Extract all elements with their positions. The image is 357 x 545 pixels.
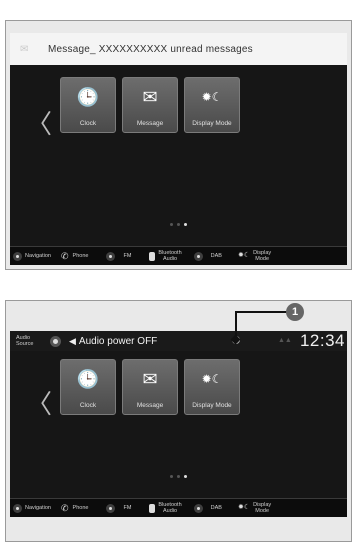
bluetooth-icon [149,503,156,513]
display-mode-icon: ✹☾ [201,90,223,104]
message-tile[interactable]: ✉ Message [122,77,178,133]
display-mode-tile[interactable]: ✹☾ Display Mode [184,77,240,133]
nav-display-mode[interactable]: ✹☾ Display Mode [238,502,271,514]
nav-dab[interactable]: DAB [193,503,222,513]
phone-icon: ✆ [61,251,69,261]
clock-icon: 🕒 [76,87,100,107]
phone-icon: ✆ [61,503,69,513]
message-notification-bar[interactable]: ✉ Message_ XXXXXXXXXX unread messages [10,33,347,65]
screen-panel-bottom: Audio Source ◀ Audio power OFF ▲▲ 12:34 … [5,300,352,542]
nav-label: Phone [72,505,89,511]
display-mode-icon: ✹☾ [237,504,251,511]
message-tile[interactable]: ✉ Message [122,359,178,415]
home-screen: 〈 🕒 Clock ✉ Message ✹☾ Display Mode Navi… [10,351,347,517]
page-dot-active [184,223,187,226]
display-mode-tile[interactable]: ✹☾ Display Mode [184,359,240,415]
app-tiles: 🕒 Clock ✉ Message ✹☾ Display Mode [60,77,240,133]
bluetooth-icon [149,251,156,261]
screen-panel-top: ✉ Message_ XXXXXXXXXX unread messages 〈 … [5,20,352,270]
tile-label: Clock [79,402,97,409]
chevron-left-icon[interactable]: 〈 [26,391,52,417]
nav-label: DAB [210,253,222,259]
navigation-icon [13,251,22,261]
page-dot [170,475,173,478]
fm-icon [106,503,116,513]
nav-label: Phone [72,253,89,259]
audio-source-icon[interactable] [50,335,61,347]
navigation-icon [13,503,22,513]
tile-label: Message [136,120,164,127]
nav-display-mode[interactable]: ✹☾ Display Mode [238,250,271,262]
nav-bluetooth-audio[interactable]: Bluetooth Audio [149,250,182,262]
mail-icon: ✉ [142,369,158,389]
status-bar: Audio Source ◀ Audio power OFF ▲▲ 12:34 [10,331,347,352]
nav-phone[interactable]: ✆ Phone [61,503,89,513]
nav-phone[interactable]: ✆ Phone [61,251,89,261]
audio-source-button[interactable]: Audio Source [16,335,38,347]
clock-icon: 🕒 [76,369,100,389]
nav-label: Display Mode [253,250,272,262]
nav-dab[interactable]: DAB [193,251,222,261]
display-mode-icon: ✹☾ [201,372,223,386]
home-screen: 〈 🕒 Clock ✉ Message ✹☾ Display Mode Navi… [10,65,347,265]
nav-fm[interactable]: FM [106,251,132,261]
message-notification-text: Message_ XXXXXXXXXX unread messages [48,43,253,55]
nav-navigation[interactable]: Navigation [13,251,51,261]
dab-icon [193,251,203,261]
nav-label: Bluetooth Audio [158,250,182,262]
page-dot [170,223,173,226]
page-indicator [170,223,187,226]
nav-label: FM [123,505,132,511]
tile-label: Message [136,402,164,409]
fm-icon [106,251,116,261]
mail-icon: ✉ [142,87,158,107]
display-mode-icon: ✹☾ [237,252,251,259]
nav-label: Display Mode [253,502,272,514]
bottom-nav-bar: Navigation ✆ Phone FM Bluetooth Audio DA… [10,498,347,517]
page-dot [177,475,180,478]
speaker-icon: ◀ [69,335,76,346]
tile-label: Clock [79,120,97,127]
mail-icon: ✉ [20,43,29,55]
nav-label: FM [123,253,132,259]
dab-icon [193,503,203,513]
callout-number: 1 [286,303,304,321]
page-dot [177,223,180,226]
page-dot-active [184,475,187,478]
nav-navigation[interactable]: Navigation [13,503,51,513]
nav-label: Bluetooth Audio [158,502,182,514]
clock-tile[interactable]: 🕒 Clock [60,77,116,133]
signal-icon: ▲▲ [278,337,292,344]
audio-power-status: Audio power OFF [78,335,158,347]
clock-tile[interactable]: 🕒 Clock [60,359,116,415]
nav-label: DAB [210,505,222,511]
page-indicator [170,475,187,478]
callout-leader-horizontal [235,311,287,313]
chevron-left-icon[interactable]: 〈 [26,111,52,137]
clock-display: 12:34 [299,331,345,350]
bottom-nav-bar: Navigation ✆ Phone FM Bluetooth Audio DA… [10,246,347,265]
nav-label: Navigation [25,253,51,259]
nav-label: Navigation [25,505,51,511]
app-tiles: 🕒 Clock ✉ Message ✹☾ Display Mode [60,359,240,415]
nav-fm[interactable]: FM [106,503,132,513]
tile-label: Display Mode [192,120,232,127]
tile-label: Display Mode [192,402,232,409]
nav-bluetooth-audio[interactable]: Bluetooth Audio [149,502,182,514]
